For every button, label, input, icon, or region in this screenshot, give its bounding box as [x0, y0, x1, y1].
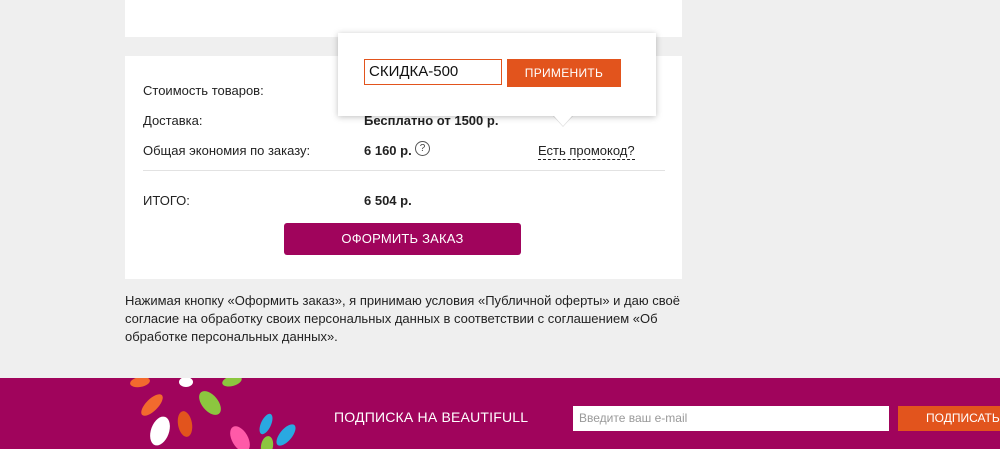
promo-code-input[interactable]: СКИДКА-500: [364, 59, 502, 85]
promo-popover: СКИДКА-500 ПРИМЕНИТЬ: [338, 33, 656, 127]
goods-cost-label: Стоимость товаров:: [143, 83, 264, 98]
email-field[interactable]: Введите ваш e-mail: [573, 406, 889, 431]
help-icon[interactable]: ?: [415, 141, 430, 156]
total-value: 6 504 р.: [364, 193, 412, 208]
savings-label: Общая экономия по заказу:: [143, 143, 311, 158]
newsletter-footer: ПОДПИСКА НА BEAUTIFULL Введите ваш e-mai…: [0, 378, 1000, 449]
cart-panel-top: [125, 0, 682, 37]
total-label: ИТОГО:: [143, 193, 190, 208]
delivery-label: Доставка:: [143, 113, 203, 128]
popover-tail: [554, 116, 572, 126]
checkout-button[interactable]: ОФОРМИТЬ ЗАКАЗ: [284, 223, 521, 255]
apply-promo-button[interactable]: ПРИМЕНИТЬ: [507, 59, 621, 87]
promo-code-link[interactable]: Есть промокод?: [538, 143, 635, 160]
consent-text: Нажимая кнопку «Оформить заказ», я прини…: [125, 293, 680, 344]
subscribe-button[interactable]: ПОДПИСАТЬ: [898, 406, 1000, 431]
flower-petals-decoration: [130, 378, 296, 449]
divider: [143, 170, 665, 171]
subscribe-title: ПОДПИСКА НА BEAUTIFULL: [334, 409, 529, 425]
savings-value: 6 160 р.: [364, 143, 412, 158]
